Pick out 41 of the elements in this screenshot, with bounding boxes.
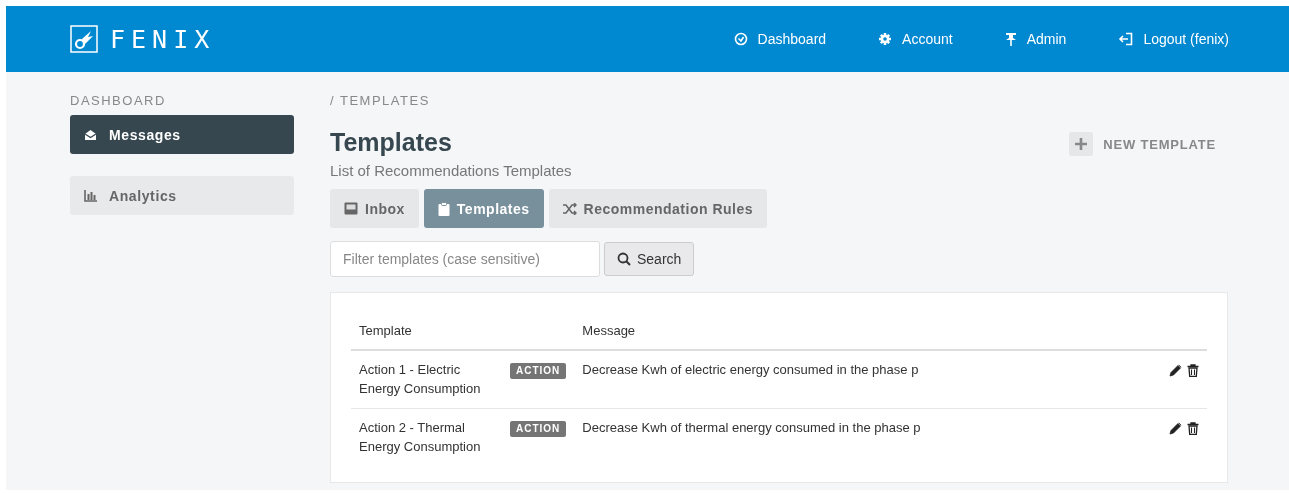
message-text: Decrease Kwh of electric energy consumed in the phase p	[582, 362, 919, 377]
bar-chart-icon	[84, 189, 97, 202]
shuffle-icon	[562, 202, 577, 215]
action-tag: ACTION	[510, 421, 567, 437]
search-icon	[617, 252, 631, 266]
tab[interactable]: Recommendation Rules	[548, 189, 768, 228]
message-text: Decrease Kwh of thermal energy consumed in the phase p	[582, 420, 921, 435]
dashboard-icon	[733, 32, 748, 46]
search-button[interactable]: Search	[604, 242, 695, 276]
action-tag: ACTION	[510, 363, 567, 379]
page-subtitle: List of Recommendations Templates	[330, 162, 572, 179]
tab[interactable]: Templates	[423, 189, 544, 228]
template-name: Action 1 - Electric Energy Consumption	[359, 362, 481, 396]
section-heading: DASHBOARD	[70, 93, 167, 108]
delete-icon[interactable]	[1187, 422, 1199, 436]
column-header: Template	[351, 313, 502, 350]
template-name: Action 2 - Thermal Energy Consumption	[359, 420, 481, 454]
column-header: Message	[574, 313, 1128, 350]
edit-icon[interactable]	[1169, 364, 1182, 378]
nav-link[interactable]: Account	[878, 31, 953, 47]
breadcrumb: / TEMPLATES	[330, 93, 431, 108]
nav-link[interactable]: Logout (fenix)	[1118, 31, 1229, 47]
sidebar-item[interactable]: Messages	[70, 115, 294, 154]
nav-link[interactable]: Dashboard	[733, 31, 827, 47]
logo-icon	[70, 25, 98, 53]
filter-field[interactable]: Filter templates (case sensitive)	[330, 241, 600, 277]
clipboard-icon	[437, 201, 450, 216]
page-title: Templates	[330, 128, 453, 157]
logo-text: FENIX	[110, 24, 216, 54]
envelope-icon	[84, 128, 97, 141]
inbox-icon	[344, 202, 358, 215]
logout-icon	[1118, 32, 1134, 46]
delete-icon[interactable]	[1187, 364, 1199, 378]
plus-icon	[1075, 138, 1088, 150]
sidebar-item[interactable]: Analytics	[70, 176, 294, 215]
edit-icon[interactable]	[1169, 422, 1182, 436]
pin-icon	[1004, 32, 1017, 46]
settings-icon	[878, 32, 893, 46]
nav-link[interactable]: Admin	[1004, 31, 1067, 47]
tab[interactable]: Inbox	[330, 189, 419, 228]
new-template-button[interactable]: NEW TEMPLATE	[1069, 132, 1216, 156]
